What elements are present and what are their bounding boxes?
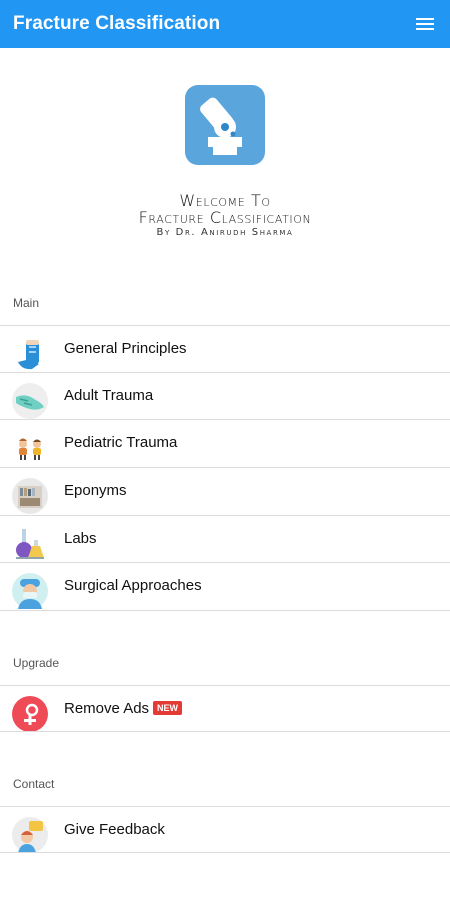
item-label: General Principles: [64, 340, 187, 357]
list-item-labs[interactable]: Labs: [0, 515, 450, 562]
feedback-person-icon: [12, 817, 48, 853]
item-label: Give Feedback: [64, 821, 165, 838]
welcome-block: Welcome To Fracture Classification By Dr…: [0, 192, 450, 238]
divider: [0, 731, 450, 732]
author-byline: By Dr. Anirudh Sharma: [156, 227, 294, 238]
cast-arm-icon: [12, 336, 48, 372]
section-header-main: Main: [13, 296, 40, 310]
item-label: Labs: [64, 530, 97, 547]
surgeon-icon: [12, 573, 48, 609]
list-item-remove-ads[interactable]: Remove Ads NEW: [0, 685, 450, 732]
welcome-line-2: Fracture Classification: [138, 208, 312, 227]
welcome-line-1: Welcome To: [179, 191, 271, 210]
item-label: Eponyms: [64, 482, 127, 499]
list-item-surgical-approaches[interactable]: Surgical Approaches: [0, 562, 450, 609]
list-item-general-principles[interactable]: General Principles: [0, 325, 450, 372]
app-bar: Fracture Classification: [0, 0, 450, 48]
list-item-pediatric-trauma[interactable]: Pediatric Trauma: [0, 419, 450, 466]
foot-bandage-icon: [12, 383, 48, 419]
hamburger-menu-icon[interactable]: [413, 12, 437, 36]
bookshelf-icon: [12, 478, 48, 514]
app-logo: [185, 85, 265, 165]
list-item-eponyms[interactable]: Eponyms: [0, 467, 450, 514]
list-item-adult-trauma[interactable]: Adult Trauma: [0, 372, 450, 419]
item-label: Remove Ads NEW: [64, 700, 183, 717]
section-header-contact: Contact: [13, 777, 55, 791]
item-label: Pediatric Trauma: [64, 434, 178, 451]
remove-ads-label: Remove Ads: [64, 700, 150, 717]
no-ads-icon: [12, 696, 48, 732]
children-icon: [12, 430, 48, 466]
lab-flasks-icon: [12, 526, 48, 562]
new-badge: NEW: [153, 701, 183, 715]
app-title: Fracture Classification: [13, 13, 221, 34]
divider: [0, 852, 450, 853]
divider: [0, 610, 450, 611]
item-label: Surgical Approaches: [64, 577, 202, 594]
list-item-give-feedback[interactable]: Give Feedback: [0, 806, 450, 853]
item-label: Adult Trauma: [64, 387, 154, 404]
section-header-upgrade: Upgrade: [13, 656, 60, 670]
